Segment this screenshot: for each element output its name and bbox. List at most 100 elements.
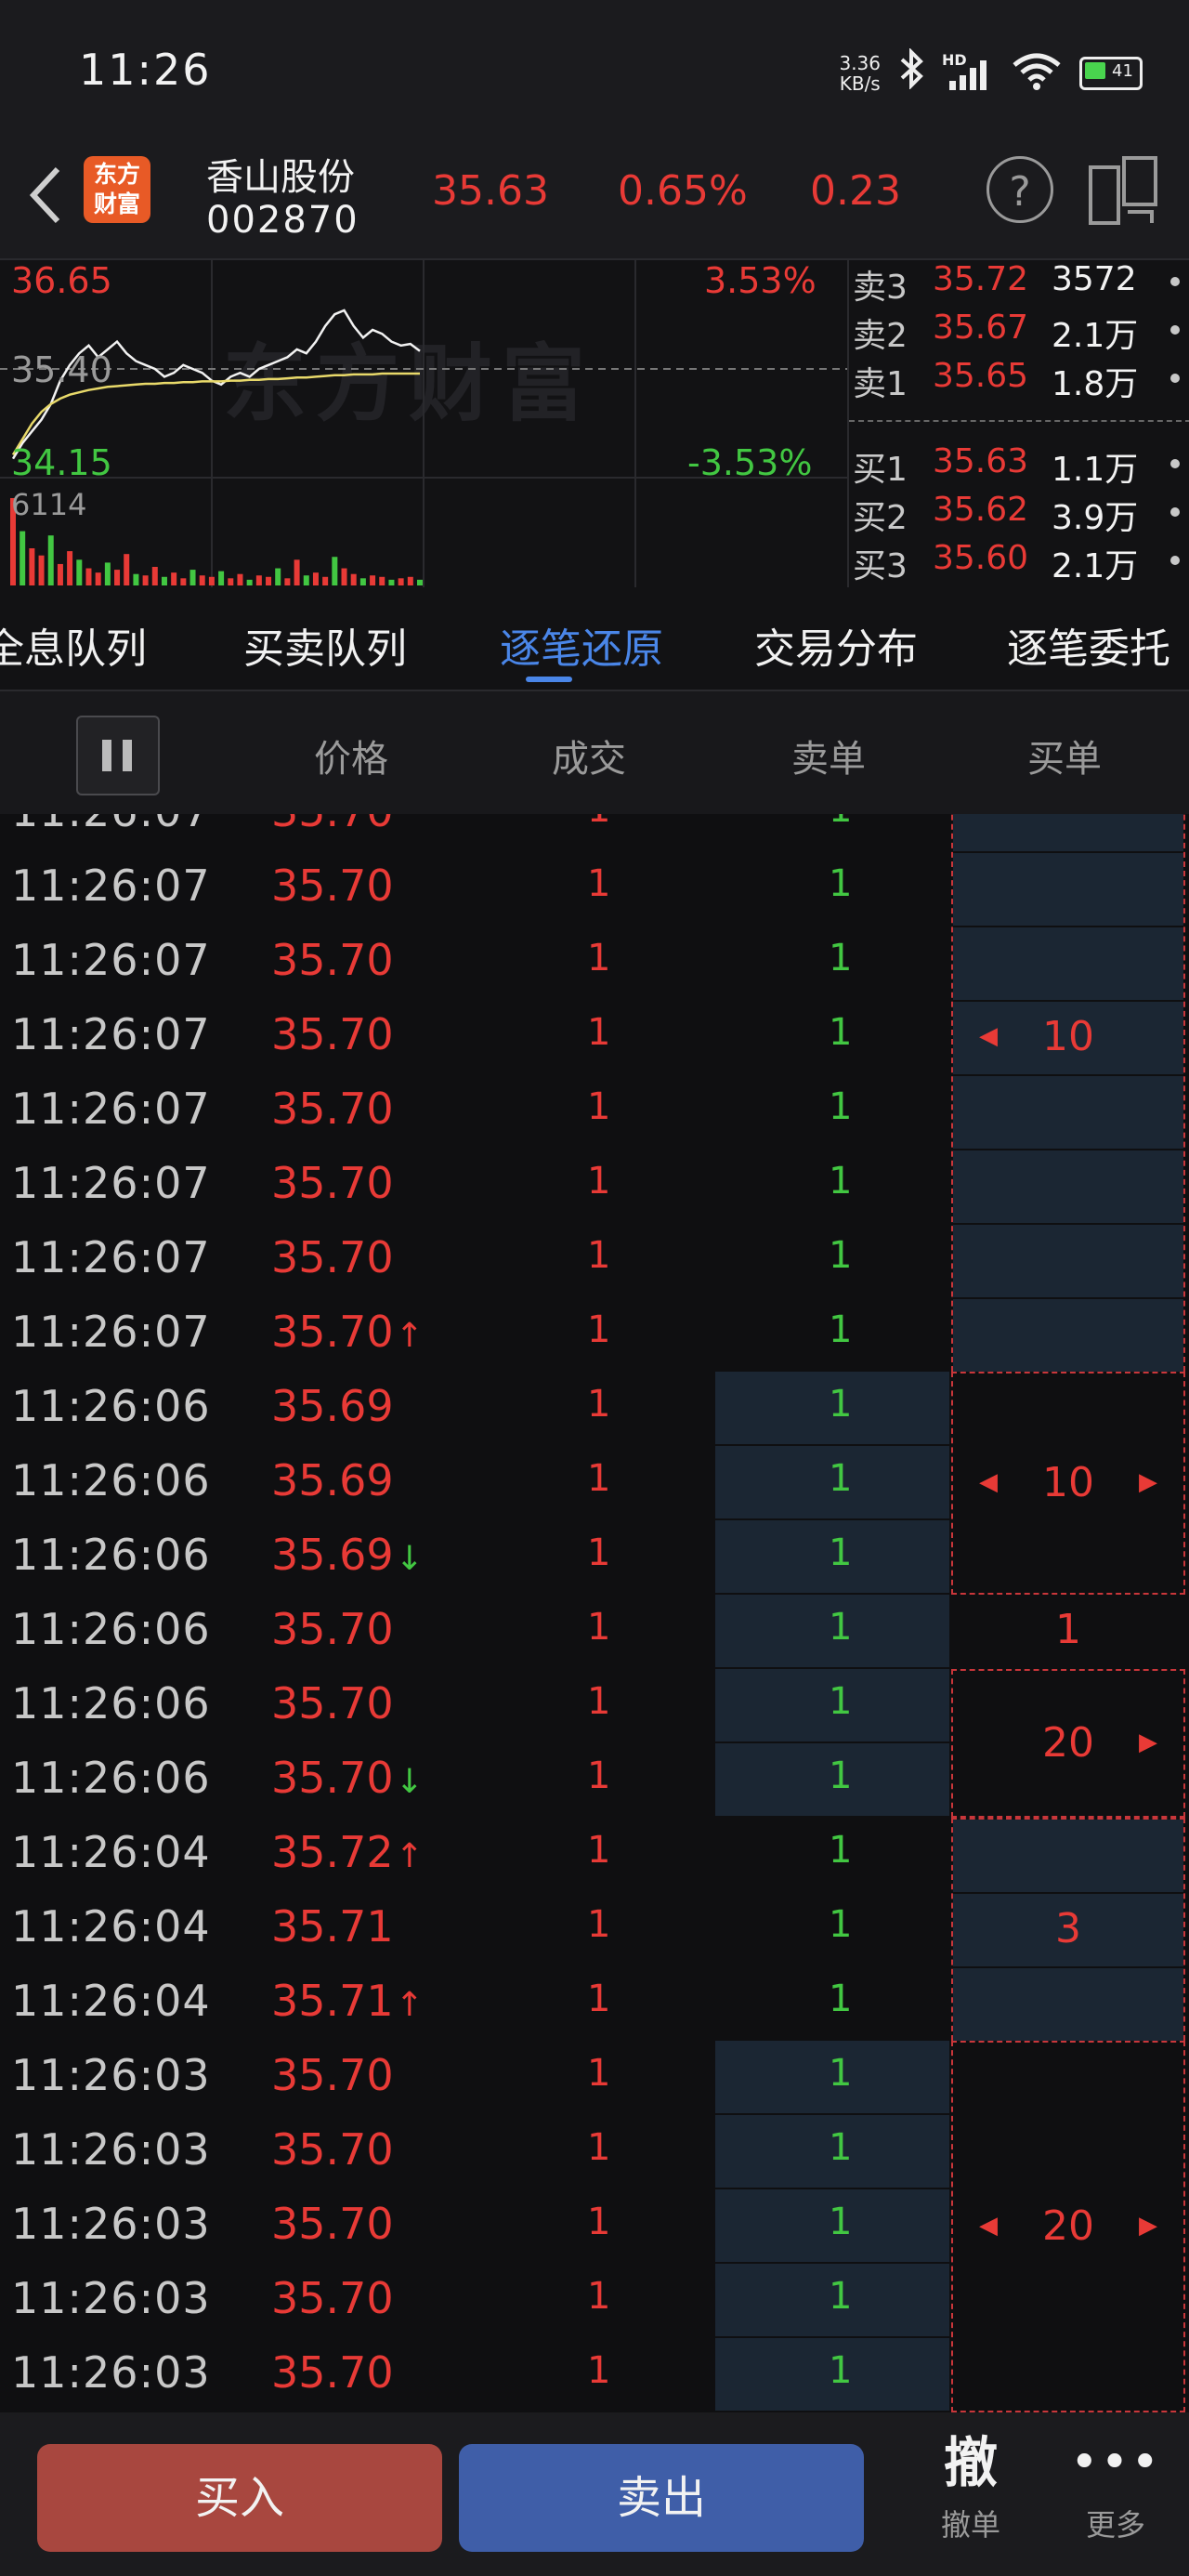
price-chart-svg xyxy=(0,260,847,587)
pause-button[interactable] xyxy=(76,716,160,795)
row-sell-order: 1 xyxy=(829,1903,853,1946)
orderbook-dot xyxy=(1170,374,1180,383)
orderbook-price: 35.62 xyxy=(933,491,1029,529)
volume-bar xyxy=(322,576,329,585)
volume-bar xyxy=(76,559,83,585)
row-time: 11:26:03 xyxy=(11,2273,211,2323)
volume-bar xyxy=(218,571,225,585)
row-sell-order: 1 xyxy=(715,1743,949,1818)
expand-right-icon[interactable]: ▶ xyxy=(1139,1468,1157,1496)
row-sell-order: 1 xyxy=(829,1085,853,1128)
help-icon[interactable]: ? xyxy=(986,156,1053,223)
volume-bar xyxy=(208,576,215,585)
chart-mid-label: 35.40 xyxy=(11,349,112,390)
orderbook-volume: 1.1万 xyxy=(1052,451,1139,489)
status-icons: 3.36 KB/s HD 41 xyxy=(839,47,1143,99)
row-time: 11:26:07 xyxy=(11,1307,211,1357)
expand-left-icon[interactable]: ◀ xyxy=(979,2212,998,2240)
row-time: 11:26:07 xyxy=(11,1232,211,1282)
row-time: 11:26:04 xyxy=(11,1901,211,1952)
buy-order-group[interactable]: 3 xyxy=(951,1818,1185,2043)
sell-button[interactable]: 卖出 xyxy=(459,2444,864,2552)
buy-order-cell xyxy=(953,1150,1183,1225)
row-arrow-icon: ↓ xyxy=(395,1540,424,1578)
expand-right-icon[interactable]: ▶ xyxy=(1139,1728,1157,1756)
row-volume: 1 xyxy=(587,1160,611,1203)
row-volume: 1 xyxy=(587,2201,611,2243)
change-amount: 0.23 xyxy=(810,167,901,215)
buy-order-cell xyxy=(953,853,1183,927)
intraday-chart[interactable]: 东方财富 36.65 35.40 34.15 3.53% -3.53% 6114… xyxy=(0,258,1189,589)
buy-order-group[interactable]: 20 ▶ xyxy=(951,1669,1185,1818)
row-volume: 1 xyxy=(587,1829,611,1872)
volume-bar xyxy=(38,555,45,585)
volume-bar xyxy=(133,573,139,585)
row-time: 11:26:06 xyxy=(11,1753,211,1803)
orderbook-row: 买3 35.60 2.1万 xyxy=(849,539,1189,585)
row-volume: 1 xyxy=(587,1011,611,1054)
row-sell-order: 1 xyxy=(715,1520,949,1595)
change-percent: 0.65% xyxy=(618,167,748,215)
volume-bar xyxy=(407,576,413,585)
order-book[interactable]: 卖3 35.72 3572 卖2 35.67 2.1万 卖1 35.65 1.8万 买1 35.63… xyxy=(847,260,1189,587)
buy-order-group[interactable]: 10 ◀ xyxy=(951,814,1185,1373)
row-price: 35.70 xyxy=(271,2273,394,2323)
row-volume: 1 xyxy=(587,1680,611,1723)
row-time: 11:26:03 xyxy=(11,2124,211,2175)
more-button[interactable]: ••• 更多 xyxy=(1065,2429,1167,2569)
row-time: 11:26:06 xyxy=(11,1604,211,1654)
tab-full-queue[interactable]: 全息队列 xyxy=(0,615,147,675)
row-time: 11:26:07 xyxy=(11,861,211,911)
net-speed: 3.36 KB/s xyxy=(839,52,881,95)
row-volume: 1 xyxy=(587,937,611,979)
chart-high-pct: 3.53% xyxy=(704,260,817,301)
row-price: 35.71↑ xyxy=(271,1976,424,2026)
row-price: 35.70↓ xyxy=(271,1753,424,1803)
cancel-icon: 撤 xyxy=(943,2431,998,2494)
volume-bar xyxy=(142,575,149,585)
tab-tick-restore[interactable]: 逐笔还原 xyxy=(500,615,663,675)
row-volume: 1 xyxy=(587,1903,611,1946)
volume-bar xyxy=(47,535,54,585)
cancel-order-button[interactable]: 撤 撤单 xyxy=(920,2429,1022,2569)
status-bar: 11:26 3.36 KB/s HD 41 xyxy=(0,0,1189,139)
expand-left-icon[interactable]: ◀ xyxy=(979,1468,998,1496)
row-time: 11:26:03 xyxy=(11,2050,211,2100)
row-arrow-icon: ↓ xyxy=(395,1763,424,1801)
row-price: 35.70 xyxy=(271,1009,394,1059)
volume-bar xyxy=(246,579,253,585)
row-sell-order: 1 xyxy=(829,862,853,905)
chart-low-label: 34.15 xyxy=(11,442,112,483)
tab-tick-orders[interactable]: 逐笔委托 xyxy=(1007,615,1170,675)
expand-left-icon[interactable]: ◀ xyxy=(979,1022,998,1050)
volume-bar xyxy=(189,570,196,585)
app-logo: 东方 财富 xyxy=(84,156,150,223)
tab-bid-ask-queue[interactable]: 买卖队列 xyxy=(243,615,407,675)
buy-button[interactable]: 买入 xyxy=(37,2444,442,2552)
volume-bar xyxy=(171,572,177,585)
volume-bar xyxy=(370,575,376,585)
volume-bar xyxy=(228,578,234,585)
bottom-bar: 买入 卖出 撤 撤单 ••• 更多 xyxy=(0,2412,1189,2576)
volume-bar xyxy=(275,568,281,585)
row-price: 35.70 xyxy=(271,861,394,911)
volume-bar xyxy=(388,579,395,585)
row-volume: 1 xyxy=(587,1531,611,1574)
tick-table[interactable]: 11:26:07 35.70 1 1 11:26:07 35.70 1 1 11:26:07 35… xyxy=(0,814,1189,2412)
volume-bar xyxy=(104,562,111,585)
col-deal: 成交 xyxy=(552,738,626,781)
bluetooth-icon xyxy=(897,47,925,99)
row-time: 11:26:06 xyxy=(11,1678,211,1728)
expand-right-icon[interactable]: ▶ xyxy=(1139,2212,1157,2240)
tab-trade-distribution[interactable]: 交易分布 xyxy=(754,615,918,675)
back-arrow-icon[interactable] xyxy=(20,158,76,232)
row-arrow-icon: ↑ xyxy=(395,1986,424,2024)
buy-order-cell xyxy=(953,1299,1183,1373)
buy-order-group[interactable]: 10 ◀ ▶ xyxy=(951,1372,1185,1595)
row-price: 35.72↑ xyxy=(271,1827,424,1877)
orderbook-volume: 3.9万 xyxy=(1052,499,1139,537)
orderbook-price: 35.67 xyxy=(933,309,1029,347)
rotate-screen-icon[interactable] xyxy=(1087,152,1161,227)
stock-name[interactable]: 香山股份 xyxy=(206,147,355,201)
buy-order-group[interactable]: 20 ◀ ▶ xyxy=(951,2041,1185,2412)
